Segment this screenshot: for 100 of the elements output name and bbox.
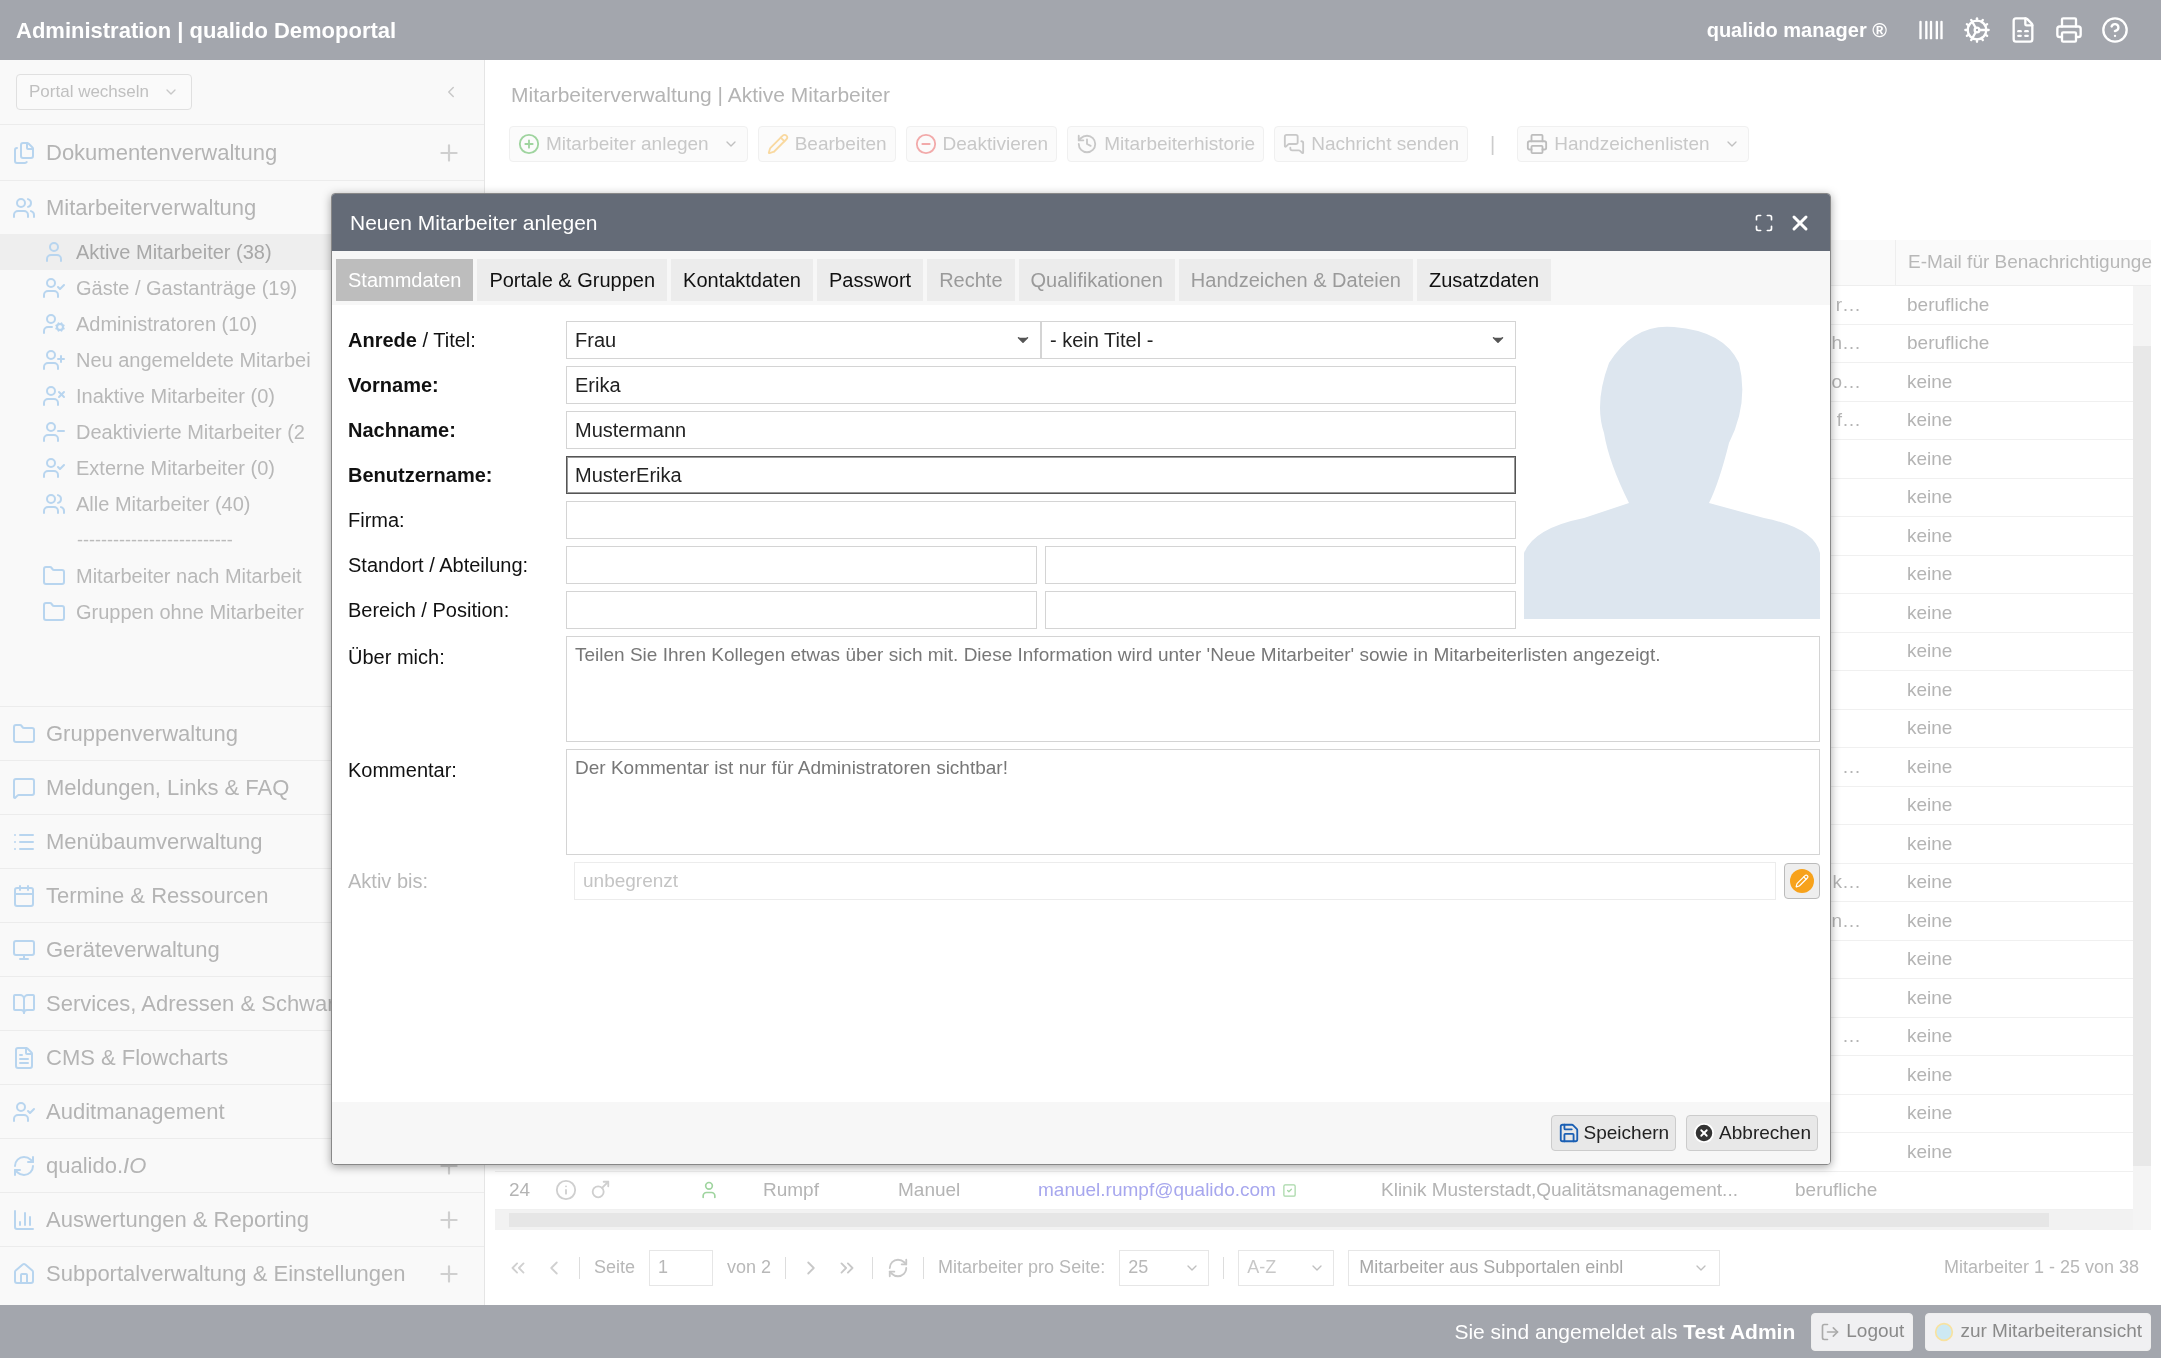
circle-icon — [1934, 1321, 1955, 1342]
user-cog-icon — [42, 312, 66, 336]
table-cell-text: keine — [1906, 485, 1954, 509]
dialog-tab[interactable]: Passwort — [816, 259, 924, 301]
folder-icon — [42, 564, 66, 588]
staff-view-button[interactable]: zur Mitarbeiteransicht — [1925, 1312, 2151, 1351]
printer-icon — [1526, 133, 1549, 155]
record-summary: Mitarbeiter 1 - 25 von 38 — [1943, 1256, 2139, 1279]
page-field[interactable]: 1 — [649, 1249, 714, 1286]
folder-icon — [42, 600, 66, 624]
portal-select[interactable]: Portal wechseln — [16, 74, 192, 110]
save-button[interactable]: Speichern — [1550, 1115, 1677, 1151]
table-cell-text: keine — [1906, 870, 1954, 894]
horizontal-scrollbar[interactable] — [495, 1210, 2133, 1230]
table-cell-text: Rumpf — [763, 1178, 820, 1202]
table-cell-text: 24 — [508, 1178, 532, 1202]
info-icon[interactable] — [555, 1179, 577, 1202]
item-label: Externe Mitarbeiter (0) — [76, 456, 275, 481]
cycle-icon — [12, 1153, 36, 1178]
field-label: Benutzername: — [348, 463, 494, 488]
item-label: Inaktive Mitarbeiter (0) — [76, 384, 275, 409]
item-label: Deaktivierte Mitarbeiter (2 — [76, 420, 305, 445]
user-check-icon — [42, 276, 66, 300]
edit-date-button[interactable] — [1784, 863, 1820, 899]
toolbar-separator: | — [1489, 132, 1497, 157]
settings-icon — [1963, 16, 1991, 44]
text-field[interactable] — [566, 546, 1037, 584]
pencil-icon — [766, 133, 789, 155]
chat-icon — [12, 775, 36, 800]
table-cell-text: keine — [1906, 639, 1954, 663]
book-icon — [12, 991, 36, 1016]
item-label: Gruppen ohne Mitarbeiter — [76, 600, 304, 625]
field-label: Anrede / Titel: — [348, 328, 477, 353]
field-label: Nachname: — [348, 418, 457, 443]
table-cell-text: o… — [1831, 369, 1861, 394]
table-cell-text: keine — [1906, 908, 1954, 933]
table-cell-text: n… — [1831, 908, 1861, 933]
table-cell-text: h… — [1831, 331, 1861, 355]
home-icon — [12, 1261, 36, 1286]
select-field[interactable]: Frau — [566, 321, 1041, 359]
cancel-button[interactable]: Abbrechen — [1686, 1115, 1818, 1151]
text-field[interactable] — [566, 501, 1516, 539]
user-check-icon — [12, 1099, 36, 1124]
documents-icon — [12, 140, 36, 165]
page-count: von 2 — [727, 1256, 772, 1279]
dialog-tab[interactable]: Kontaktdaten — [671, 259, 813, 301]
section-label: Geräteverwaltung — [46, 936, 220, 964]
section-label: Termine & Ressourcen — [46, 882, 269, 910]
user-x-icon — [42, 384, 66, 408]
text-field[interactable]: MusterErika — [566, 456, 1516, 494]
text-field[interactable] — [1045, 546, 1516, 584]
bar-chart-icon — [12, 1207, 36, 1232]
table-cell-text: keine — [1906, 831, 1954, 856]
column-header[interactable]: E-Mail für Benachrichtigunge — [1895, 240, 2152, 285]
table-cell-text: berufliche — [1906, 331, 1991, 355]
per-page-label: Mitarbeiter pro Seite: — [938, 1256, 1106, 1279]
email-link[interactable]: manuel.rumpf@qualido.com — [1038, 1176, 1276, 1205]
table-cell-text: berufliche — [1906, 292, 1991, 317]
text-field[interactable] — [566, 591, 1037, 629]
maximize-icon[interactable] — [1754, 212, 1774, 233]
table-cell-text: f… — [1836, 408, 1861, 432]
sidebar-section[interactable]: Dokumentenverwaltung — [0, 124, 484, 180]
help-icon — [2101, 16, 2129, 44]
user-check-icon — [42, 456, 66, 480]
pencil-icon — [1790, 869, 1814, 893]
section-label: qualido.IO — [46, 1152, 147, 1180]
logout-icon — [1820, 1321, 1841, 1342]
table-cell-text: keine — [1906, 985, 1954, 1010]
user-minus-icon — [42, 420, 66, 444]
people-icon — [42, 492, 66, 516]
table-cell-text: keine — [1906, 1139, 1954, 1164]
separator-line-text: -------------------------- — [77, 528, 233, 552]
table-cell-text: keine — [1906, 408, 1954, 432]
printer-icon — [2055, 16, 2083, 44]
page-label: Seite — [594, 1256, 636, 1279]
document-icon — [12, 1045, 36, 1070]
section-label: Menübaumverwaltung — [46, 828, 263, 856]
text-field[interactable] — [1045, 591, 1516, 629]
dialog-tab[interactable]: Stammdaten — [336, 259, 474, 301]
table-cell-text: keine — [1906, 1101, 1954, 1125]
section-label: Auswertungen & Reporting — [46, 1206, 309, 1234]
folder-icon — [12, 721, 36, 746]
dialog-tab[interactable]: Portale & Gruppen — [477, 259, 668, 301]
people-icon — [12, 195, 36, 220]
subportal-select[interactable]: Mitarbeiter aus Subportalen einbl — [1348, 1249, 1721, 1286]
select-field[interactable]: - kein Titel - — [1041, 321, 1516, 359]
text-area[interactable]: Teilen Sie Ihren Kollegen etwas über sich mit. Diese Information wird unter 'Neue Mitarbeiter' sowie in Mitarbeiterlisten angezeigt. — [566, 636, 1820, 742]
logout-button[interactable]: Logout — [1811, 1312, 1914, 1351]
table-cell-text: keine — [1906, 1062, 1954, 1087]
refresh-icon[interactable] — [887, 1256, 910, 1279]
text-field[interactable]: Mustermann — [566, 411, 1516, 449]
per-page-select[interactable]: 25 — [1119, 1249, 1210, 1286]
item-label: Alle Mitarbeiter (40) — [76, 492, 251, 517]
brand-label: qualido manager ® — [1706, 18, 1887, 43]
sidebar-section[interactable]: Auswertungen & Reporting — [0, 1192, 484, 1246]
text-field[interactable]: Erika — [566, 366, 1516, 404]
dialog-tab[interactable]: Zusatzdaten — [1417, 259, 1552, 301]
section-label: Meldungen, Links & FAQ — [46, 774, 290, 802]
text-area[interactable]: Der Kommentar ist nur für Administratoren sichtbar! — [566, 749, 1820, 855]
sidebar-section[interactable]: Subportalverwaltung & Einstellungen — [0, 1246, 484, 1300]
